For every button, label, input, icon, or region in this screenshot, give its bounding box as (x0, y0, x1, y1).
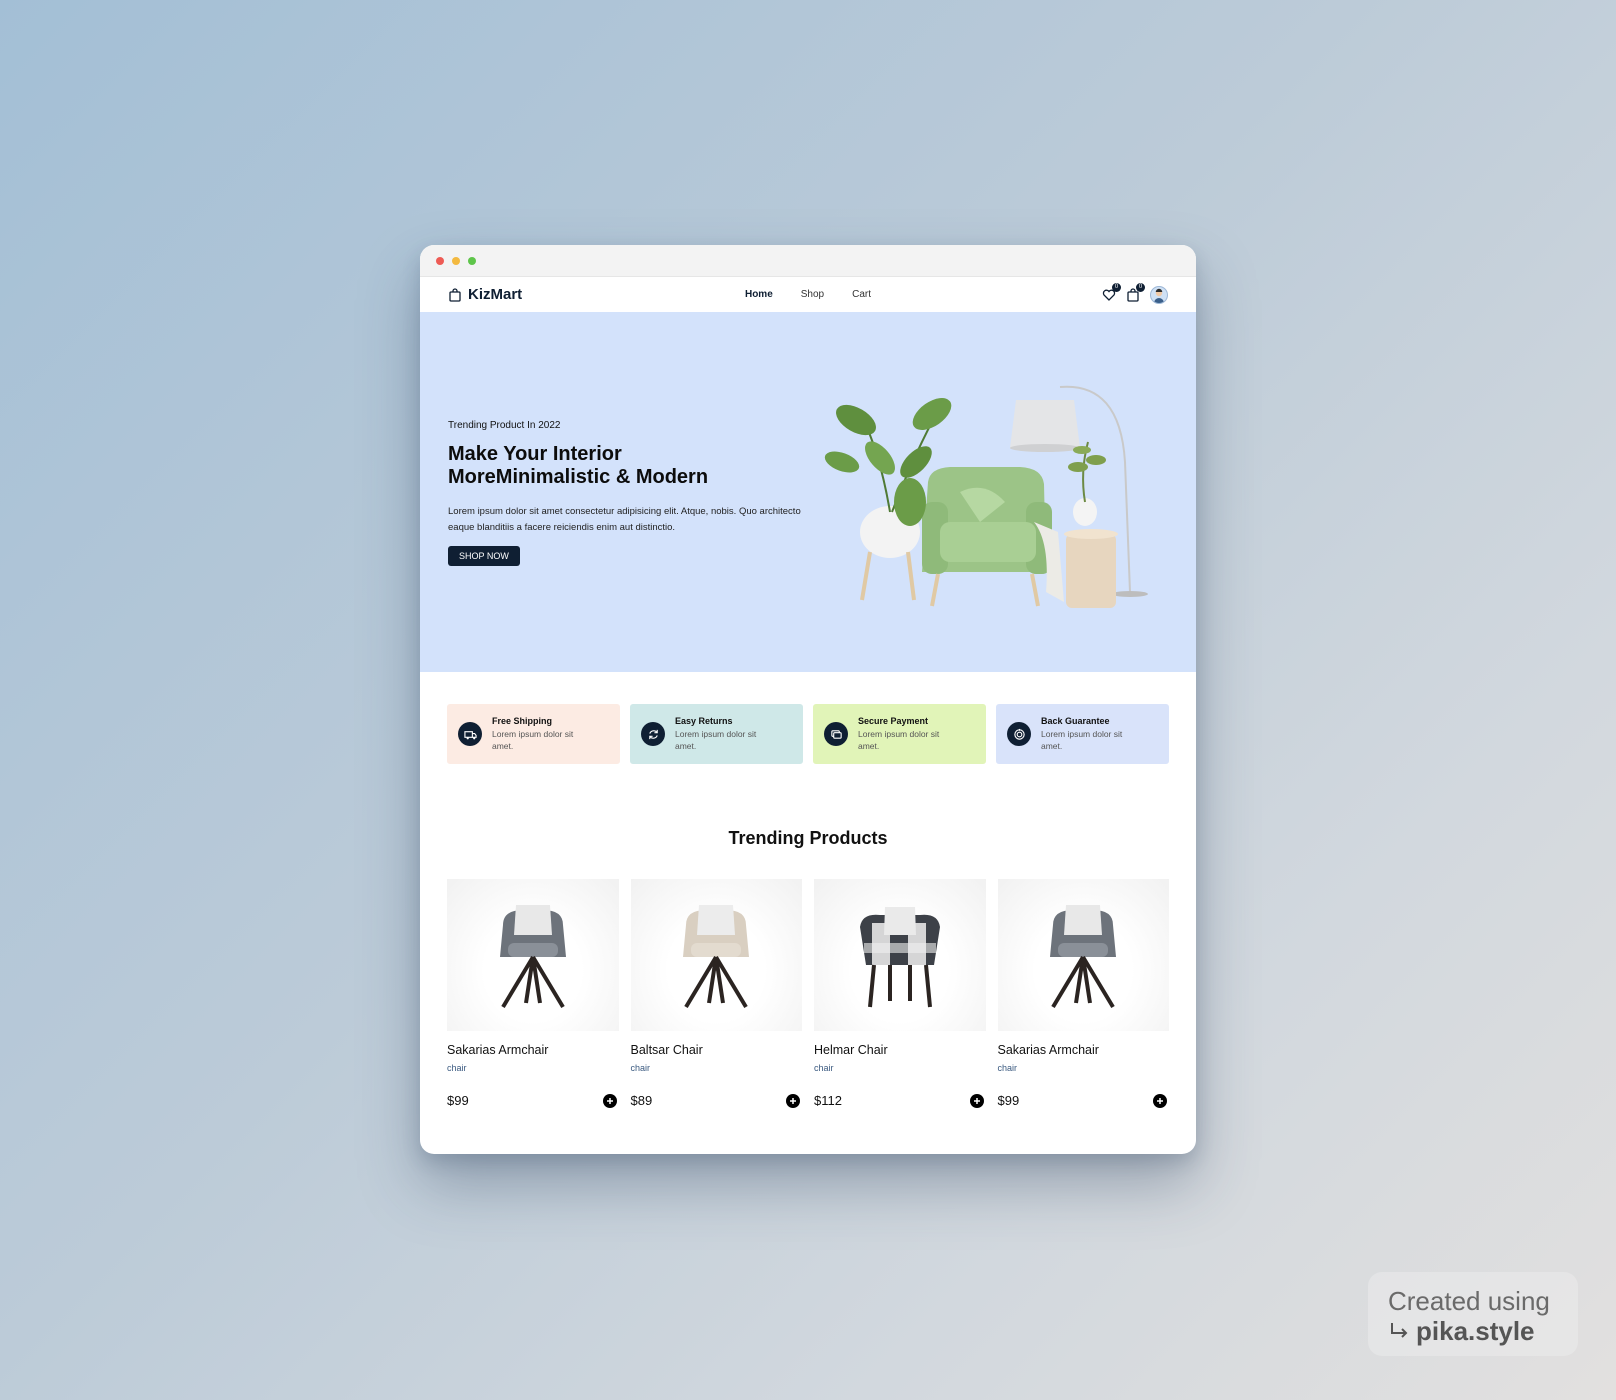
feature-text: Lorem ipsum dolor sit amet. (858, 729, 940, 751)
shopping-bag-icon (449, 287, 461, 302)
product-card[interactable]: Baltsar Chair chair $89 (630, 879, 803, 1108)
browser-window: KizMart Home Shop Cart 0 0 Trending Prod… (420, 245, 1196, 1154)
product-image[interactable] (447, 879, 619, 1031)
watermark-brand: pika.style (1416, 1316, 1535, 1346)
add-to-cart-button[interactable] (786, 1093, 800, 1108)
watermark-line-2: pika.style (1388, 1316, 1558, 1346)
plus-icon (606, 1097, 613, 1104)
hero-title: Make Your Interior MoreMinimalistic & Mo… (448, 443, 808, 489)
plaid-chair-image (859, 907, 940, 1008)
feature-text: Lorem ipsum dolor sit amet. (1041, 729, 1123, 751)
brand-name: KizMart (468, 286, 523, 303)
truck-icon (458, 722, 482, 746)
cart-count-badge: 0 (1136, 282, 1145, 292)
product-price: $112 (814, 1093, 842, 1108)
product-category: chair (814, 1063, 834, 1073)
wishlist-button[interactable]: 0 (1102, 282, 1121, 302)
hero-banner: Trending Product In 2022 Make Your Inter… (420, 312, 1196, 672)
add-to-cart-button[interactable] (1153, 1093, 1167, 1108)
maximize-window-button[interactable] (468, 256, 476, 265)
product-price: $99 (447, 1093, 469, 1108)
product-category: chair (447, 1063, 467, 1073)
wishlist-count-badge: 0 (1112, 282, 1121, 292)
product-card[interactable]: Sakarias Armchair chair $99 (447, 879, 619, 1108)
feature-title: Free Shipping (492, 716, 553, 726)
product-card[interactable]: Sakarias Armchair chair $99 (997, 879, 1170, 1108)
nav-actions: 0 0 (1102, 282, 1168, 304)
hero-description: Lorem ipsum dolor sit amet consectetur a… (448, 506, 801, 533)
watermark-line-1: Created using (1388, 1286, 1550, 1316)
user-icon (1154, 288, 1164, 303)
product-image[interactable] (630, 879, 802, 1031)
features-row: Free Shipping Lorem ipsum dolor sit amet.… (420, 672, 1196, 822)
user-avatar[interactable] (1150, 285, 1168, 304)
shield-icon (1007, 722, 1031, 746)
feature-text: Lorem ipsum dolor sit amet. (675, 729, 757, 751)
close-window-button[interactable] (436, 256, 444, 265)
feature-card-back-guarantee: Back Guarantee Lorem ipsum dolor sit amet… (996, 704, 1169, 764)
main-menu: Home Shop Cart (745, 289, 871, 300)
watermark: Created using pika.style (1368, 1272, 1578, 1356)
plus-icon (790, 1097, 796, 1104)
product-name[interactable]: Baltsar Chair (631, 1043, 803, 1057)
product-grid: Sakarias Armchair chair $99 Baltsar Chai… (420, 879, 1196, 1108)
feature-card-free-shipping: Free Shipping Lorem ipsum dolor sit amet. (447, 704, 620, 764)
product-image[interactable] (814, 879, 986, 1031)
minimize-window-button[interactable] (452, 256, 460, 265)
trending-title: Trending Products (728, 828, 888, 848)
nav-link-home[interactable]: Home (745, 289, 773, 300)
product-price: $89 (630, 1093, 653, 1108)
product-category: chair (997, 1063, 1018, 1073)
feature-title: Easy Returns (675, 716, 733, 726)
armchair-image (1050, 905, 1117, 1009)
refresh-icon (641, 722, 665, 746)
product-card[interactable]: Helmar Chair chair $112 (814, 879, 986, 1108)
product-name[interactable]: Sakarias Armchair (447, 1043, 619, 1057)
nav-link-shop[interactable]: Shop (801, 289, 824, 300)
hero-title-line-2: MoreMinimalistic & Modern (448, 466, 709, 488)
corner-arrow-icon (1391, 1323, 1408, 1338)
hero-title-line-1: Make Your Interior (448, 443, 622, 465)
shop-now-button[interactable]: SHOP NOW (448, 546, 520, 566)
plus-icon (1157, 1097, 1163, 1104)
feature-card-easy-returns: Easy Returns Lorem ipsum dolor sit amet. (630, 704, 803, 764)
feature-title: Back Guarantee (1041, 716, 1110, 726)
card-icon (824, 722, 848, 746)
window-titlebar (420, 245, 1196, 277)
feature-text: Lorem ipsum dolor sit amet. (492, 729, 574, 751)
cart-button[interactable]: 0 (1126, 282, 1145, 302)
product-price: $99 (997, 1093, 1020, 1108)
armchair-image (499, 905, 566, 1009)
top-navbar: KizMart Home Shop Cart 0 0 (420, 277, 1196, 312)
product-image[interactable] (997, 879, 1169, 1031)
product-name[interactable]: Sakarias Armchair (998, 1043, 1170, 1057)
feature-card-secure-payment: Secure Payment Lorem ipsum dolor sit amet… (813, 704, 986, 764)
product-category: chair (630, 1063, 651, 1073)
nav-link-cart[interactable]: Cart (852, 289, 871, 300)
plus-icon (973, 1097, 980, 1104)
hero-furniture-image (824, 385, 1148, 608)
feature-title: Secure Payment (858, 716, 929, 726)
add-to-cart-button[interactable] (969, 1093, 984, 1108)
add-to-cart-button[interactable] (602, 1093, 617, 1108)
brand-logo[interactable]: KizMart (448, 286, 522, 303)
hero-kicker: Trending Product In 2022 (448, 420, 561, 431)
chair-image (683, 905, 750, 1009)
product-name[interactable]: Helmar Chair (814, 1043, 986, 1057)
hero-text: Trending Product In 2022 Make Your Inter… (448, 420, 808, 566)
